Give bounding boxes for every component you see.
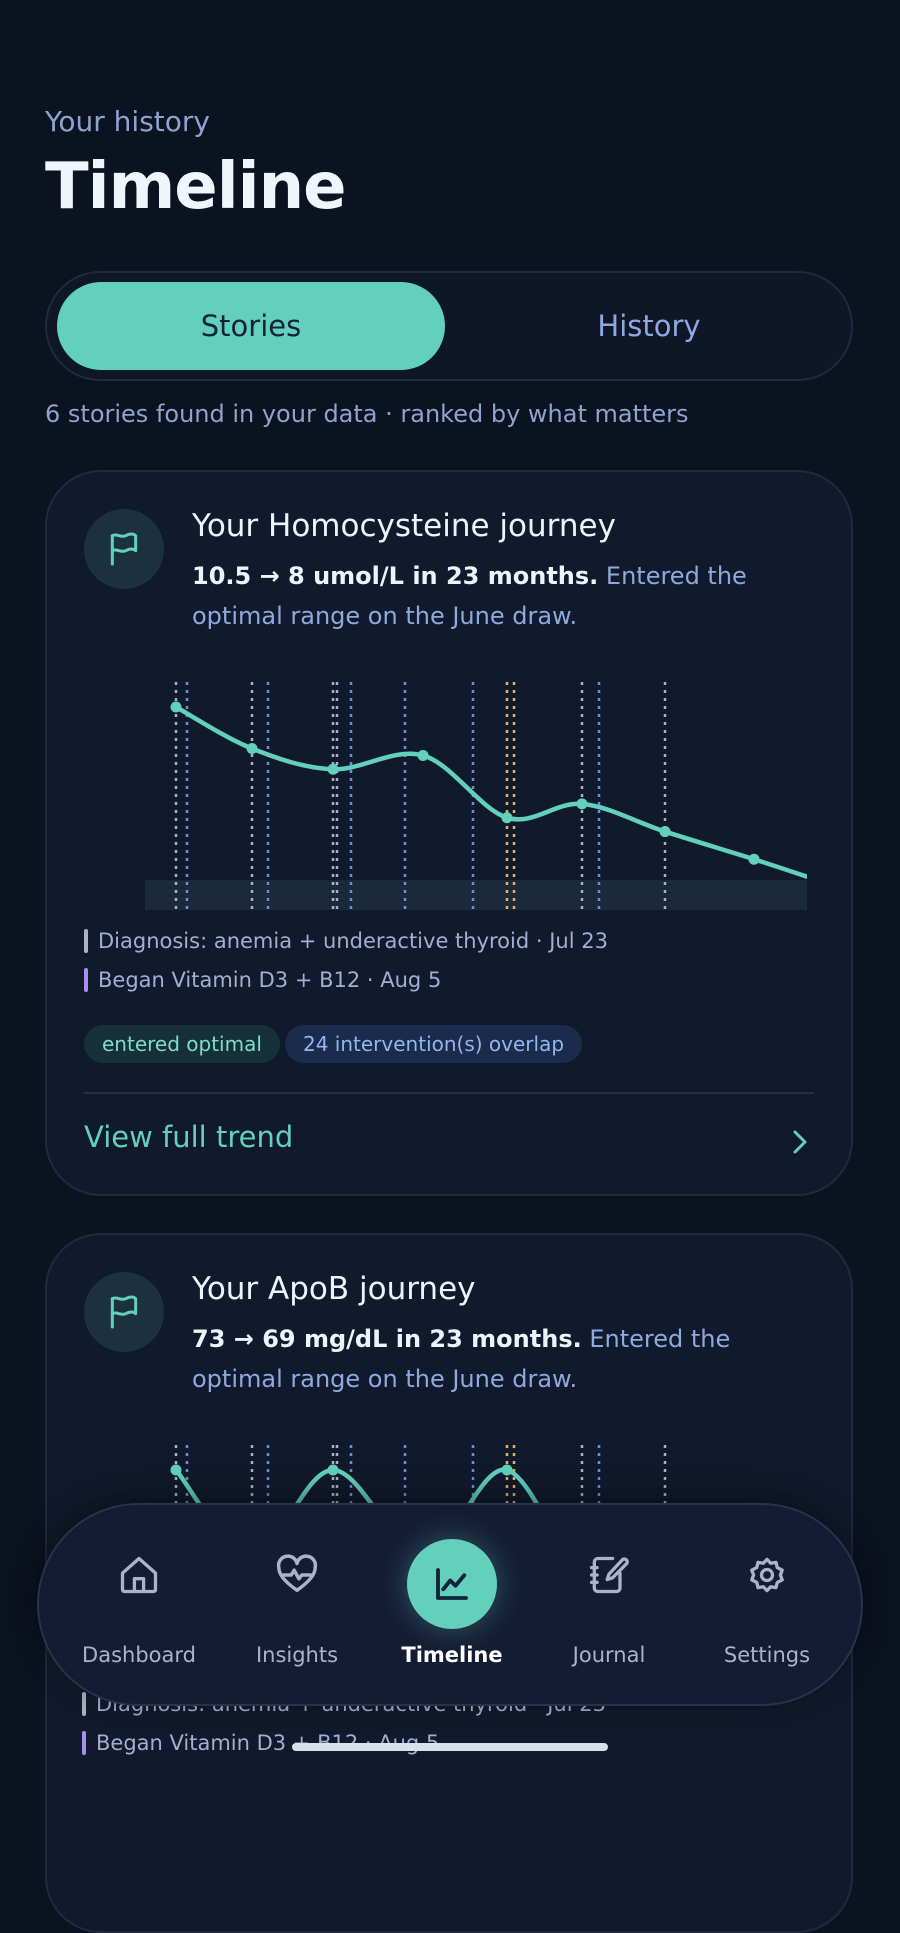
page-title: Timeline bbox=[45, 150, 347, 224]
nav-item-settings[interactable]: Settings bbox=[687, 1505, 847, 1705]
story-highlight: 10.5 → 8 umol/L in 23 months. bbox=[192, 562, 599, 590]
badge-interventions: 24 intervention(s) overlap bbox=[285, 1025, 583, 1063]
view-full-trend-link[interactable]: View full trend bbox=[84, 1120, 293, 1154]
nav-item-journal[interactable]: Journal bbox=[529, 1505, 689, 1705]
home-indicator bbox=[292, 1743, 608, 1751]
stories-summary: 6 stories found in your data · ranked by… bbox=[45, 400, 689, 428]
nav-label: Settings bbox=[723, 1643, 811, 1667]
data-point bbox=[246, 743, 258, 755]
tab-history[interactable]: History bbox=[455, 282, 843, 370]
flag-icon bbox=[84, 509, 164, 589]
legend-swatch bbox=[84, 968, 88, 992]
view-segmented-control: Stories History bbox=[45, 271, 853, 381]
legend-label: Began Vitamin D3 + B12 · Aug 5 bbox=[98, 968, 442, 992]
story-highlight: 73 → 69 mg/dL in 23 months. bbox=[192, 1325, 582, 1353]
legend-item-diagnosis: Diagnosis: anemia + underactive thyroid … bbox=[84, 929, 608, 953]
card-divider bbox=[84, 1092, 814, 1094]
legend-label: Diagnosis: anemia + underactive thyroid … bbox=[98, 929, 608, 953]
nav-item-insights[interactable]: Insights bbox=[217, 1505, 377, 1705]
nav-label: Dashboard bbox=[82, 1643, 196, 1667]
nav-label: Insights bbox=[255, 1643, 339, 1667]
heart-pulse-icon bbox=[267, 1545, 327, 1605]
data-point bbox=[659, 826, 671, 838]
tab-stories[interactable]: Stories bbox=[57, 282, 445, 370]
gear-icon bbox=[737, 1545, 797, 1605]
nav-label: Journal bbox=[572, 1643, 646, 1667]
data-point bbox=[170, 701, 182, 713]
story-card-homocysteine[interactable]: Your Homocysteine journey 10.5 → 8 umol/… bbox=[45, 470, 853, 1196]
data-point bbox=[501, 1464, 513, 1476]
data-point bbox=[576, 798, 588, 810]
chevron-right-icon[interactable] bbox=[789, 1127, 811, 1157]
story-title: Your Homocysteine journey bbox=[192, 508, 616, 544]
story-description: 73 → 69 mg/dL in 23 months. Entered the … bbox=[192, 1319, 812, 1399]
data-point bbox=[327, 1464, 339, 1476]
story-title: Your ApoB journey bbox=[192, 1271, 476, 1307]
data-point bbox=[501, 812, 513, 824]
bottom-nav: Dashboard Insights Timeline Journal Sett… bbox=[37, 1503, 863, 1706]
legend-swatch bbox=[82, 1731, 86, 1755]
story-description: 10.5 → 8 umol/L in 23 months. Entered th… bbox=[192, 556, 812, 636]
data-point bbox=[327, 763, 339, 775]
homocysteine-trend-chart bbox=[145, 682, 807, 910]
nav-label: Timeline bbox=[401, 1643, 503, 1667]
nav-item-dashboard[interactable]: Dashboard bbox=[59, 1505, 219, 1705]
data-point bbox=[748, 853, 760, 865]
chart-line-icon bbox=[407, 1539, 497, 1629]
legend-swatch bbox=[84, 929, 88, 953]
legend-item-supplement: Began Vitamin D3 + B12 · Aug 5 bbox=[84, 968, 441, 992]
nav-item-timeline[interactable]: Timeline bbox=[372, 1505, 532, 1705]
badge-entered-optimal: entered optimal bbox=[84, 1025, 280, 1063]
journal-pen-icon bbox=[579, 1545, 639, 1605]
data-point bbox=[170, 1464, 182, 1476]
optimal-range-band bbox=[145, 880, 807, 910]
flag-icon bbox=[84, 1272, 164, 1352]
page-eyebrow: Your history bbox=[45, 105, 210, 138]
home-icon bbox=[109, 1545, 169, 1605]
data-point bbox=[417, 749, 429, 761]
series-line bbox=[173, 704, 807, 880]
